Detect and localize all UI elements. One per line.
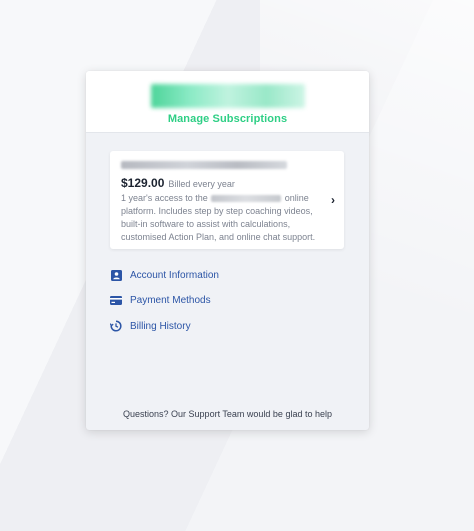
credit-card-icon xyxy=(110,295,122,307)
description-part-1: 1 year's access to the xyxy=(121,193,208,203)
menu-item-payment-methods[interactable]: Payment Methods xyxy=(110,293,219,309)
panel-header: Manage Subscriptions xyxy=(86,71,369,133)
menu-label: Payment Methods xyxy=(130,295,211,306)
subscription-name-redacted xyxy=(121,161,287,169)
support-message: Questions? Our Support Team would be gla… xyxy=(123,409,332,419)
manage-subscriptions-title: Manage Subscriptions xyxy=(167,113,288,125)
account-icon xyxy=(110,269,122,281)
brand-logo-redacted xyxy=(150,84,305,108)
account-menu: Account Information Payment Methods Bill… xyxy=(110,267,219,344)
subscription-description: 1 year's access to the online platform. … xyxy=(121,192,318,244)
platform-name-redacted xyxy=(211,195,282,203)
history-icon xyxy=(110,320,122,332)
chevron-right-icon: › xyxy=(331,193,335,207)
menu-label: Account Information xyxy=(130,269,219,281)
menu-item-account-information[interactable]: Account Information xyxy=(110,267,219,283)
menu-item-billing-history[interactable]: Billing History xyxy=(110,318,219,334)
billing-frequency: Billed every year xyxy=(168,179,235,189)
price-row: $129.00 Billed every year xyxy=(121,176,318,190)
subscription-panel: Manage Subscriptions $129.00 Billed ever… xyxy=(86,71,369,430)
subscription-price: $129.00 xyxy=(121,176,165,190)
subscription-card[interactable]: $129.00 Billed every year 1 year's acces… xyxy=(110,151,344,249)
menu-label: Billing History xyxy=(130,320,191,332)
